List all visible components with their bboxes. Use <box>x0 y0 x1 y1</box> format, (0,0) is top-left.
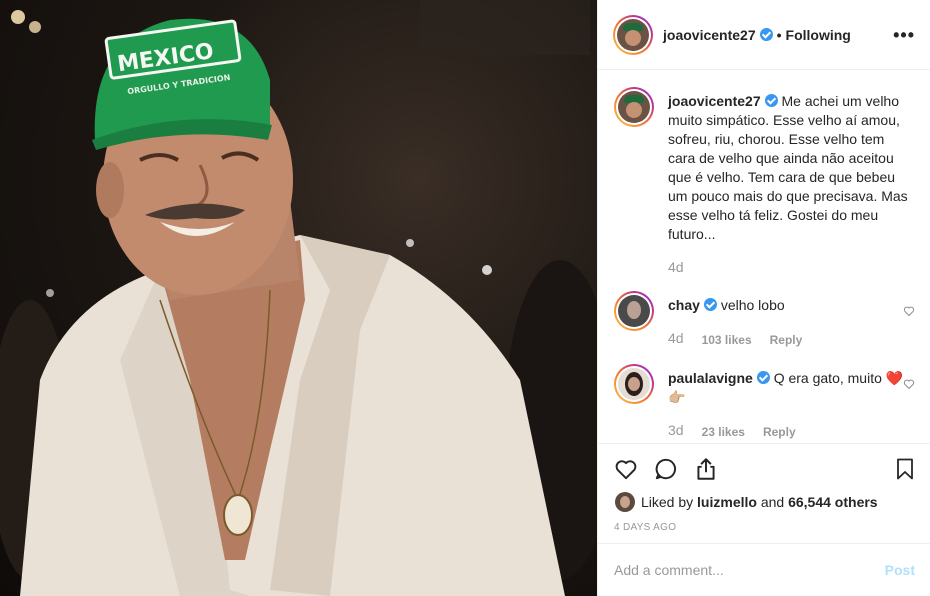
commenter-avatar[interactable] <box>614 291 654 331</box>
caption-text: Me achei um velho muito simpático. Esse … <box>668 93 908 242</box>
post-panel: joaovicente27 • Following ••• joaovicent… <box>597 0 930 596</box>
comment-bubble-icon[interactable] <box>653 456 679 482</box>
add-comment-bar: Post <box>598 543 930 596</box>
comment-text: velho lobo <box>720 297 785 313</box>
share-icon[interactable] <box>693 456 719 482</box>
caption-time[interactable]: 4d <box>668 258 684 277</box>
comment-username[interactable]: chay <box>668 297 700 313</box>
post-photo[interactable]: MEXICO ORGULLO Y TRADICION <box>0 0 597 596</box>
reply-button[interactable]: Reply <box>763 423 796 442</box>
comment-item: chay velho lobo 4d 103 likes Reply <box>614 291 915 350</box>
caption-username[interactable]: joaovicente27 <box>668 93 761 109</box>
verified-badge-icon <box>759 28 773 41</box>
likes-summary[interactable]: Liked by luizmello and 66,544 others <box>615 492 878 512</box>
verified-badge-icon <box>764 94 778 107</box>
post-actions: Liked by luizmello and 66,544 others 4 D… <box>598 443 930 543</box>
like-heart-icon[interactable] <box>613 456 639 482</box>
post-header: joaovicente27 • Following ••• <box>598 0 930 70</box>
following-button[interactable]: Following <box>786 27 851 43</box>
liker-avatar <box>615 492 635 512</box>
verified-badge-icon <box>756 371 770 384</box>
comment-time[interactable]: 4d <box>668 329 684 350</box>
verified-badge-icon <box>703 298 717 311</box>
liker-username[interactable]: luizmello <box>697 494 757 510</box>
comment-likes[interactable]: 103 likes <box>702 331 752 350</box>
commenter-avatar[interactable] <box>614 364 654 404</box>
caption-avatar[interactable] <box>614 87 654 127</box>
author-username[interactable]: joaovicente27 <box>663 27 756 43</box>
reply-button[interactable]: Reply <box>770 331 803 350</box>
likes-prefix: Liked by <box>641 494 694 510</box>
comment-time[interactable]: 3d <box>668 421 684 442</box>
separator-dot: • <box>776 26 782 43</box>
photo-illustration: MEXICO ORGULLO Y TRADICION <box>0 0 597 596</box>
author-avatar[interactable] <box>613 14 653 55</box>
comments-section: joaovicente27 Me achei um velho muito si… <box>598 71 930 443</box>
comment-username[interactable]: paulalavigne <box>668 370 753 386</box>
posted-time[interactable]: 4 DAYS AGO <box>614 522 676 533</box>
comment-item: paulalavigne Q era gato, muito ❤️👉🏼 3d 2… <box>614 364 915 442</box>
save-bookmark-icon[interactable] <box>893 456 917 482</box>
comment-input[interactable] <box>614 562 885 578</box>
caption: joaovicente27 Me achei um velho muito si… <box>614 87 915 277</box>
comment-likes[interactable]: 23 likes <box>702 423 745 442</box>
like-comment-heart-icon[interactable] <box>903 378 915 390</box>
likes-count[interactable]: 66,544 others <box>788 494 878 510</box>
post-comment-button[interactable]: Post <box>885 562 915 578</box>
more-options-icon[interactable]: ••• <box>893 25 915 46</box>
like-comment-heart-icon[interactable] <box>903 305 915 317</box>
post-modal: MEXICO ORGULLO Y TRADICION joaovicente27… <box>0 0 930 596</box>
likes-and: and <box>760 494 785 510</box>
